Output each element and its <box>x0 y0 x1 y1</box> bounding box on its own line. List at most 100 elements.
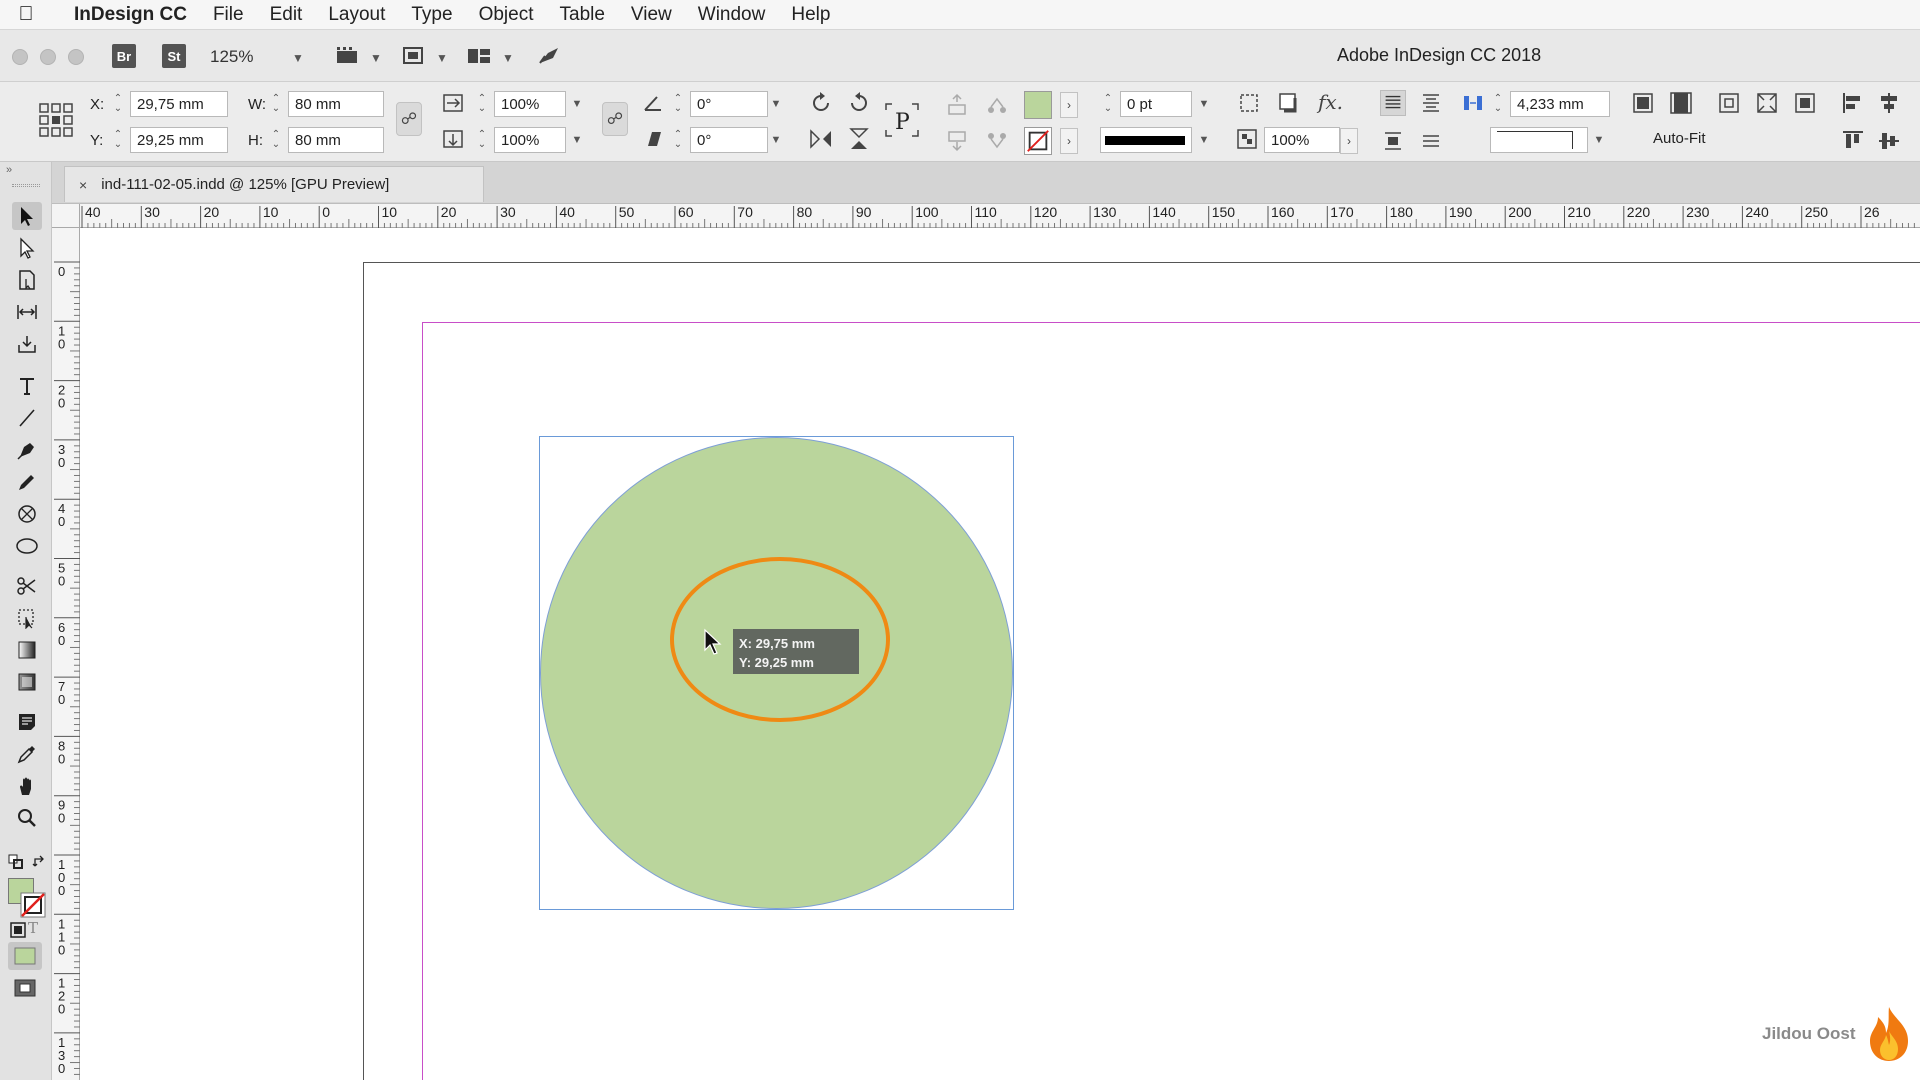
panel-grip[interactable] <box>12 184 40 187</box>
vertical-ruler[interactable]: 0102030405060708090100110120130 <box>52 228 80 1080</box>
menu-window[interactable]: Window <box>698 4 766 26</box>
select-next-object-icon[interactable] <box>984 128 1010 154</box>
menu-edit[interactable]: Edit <box>270 4 303 26</box>
gradient-feather-tool[interactable] <box>12 668 42 696</box>
normal-view-mode-button[interactable] <box>8 942 42 970</box>
gradient-swatch-tool[interactable] <box>12 636 42 664</box>
chevron-down-icon[interactable]: ▼ <box>767 91 785 117</box>
app-menu[interactable]: InDesign CC <box>74 4 187 26</box>
constrain-scale-link-icon[interactable]: ☍ <box>602 102 628 136</box>
free-transform-tool[interactable] <box>12 604 42 632</box>
width-field[interactable]: 80 mm <box>288 91 384 117</box>
gap-tool[interactable] <box>12 298 42 326</box>
chevron-down-icon[interactable]: ▼ <box>436 51 448 65</box>
chevron-down-icon[interactable]: ▼ <box>1195 91 1213 117</box>
align-center-text-icon[interactable] <box>1418 90 1444 116</box>
effects-fx-icon[interactable]: fx. <box>1318 90 1344 116</box>
arrange-documents-icon[interactable] <box>466 45 492 67</box>
menu-view[interactable]: View <box>631 4 672 26</box>
h-stepper[interactable]: ⌃ ⌄ <box>268 126 284 154</box>
chevron-down-icon[interactable]: ▼ <box>502 51 514 65</box>
line-tool[interactable] <box>12 404 42 432</box>
menu-layout[interactable]: Layout <box>328 4 385 26</box>
x-stepper[interactable]: ⌃ ⌄ <box>110 90 126 118</box>
zoom-tool[interactable] <box>12 804 42 832</box>
rotation-stepper[interactable]: ⌃ ⌄ <box>670 90 686 118</box>
align-horizontal-centers-icon[interactable] <box>1876 90 1902 116</box>
zoom-level[interactable]: 125% <box>210 47 253 67</box>
constrain-proportions-link-icon[interactable]: ☍ <box>396 102 422 136</box>
chevron-down-icon[interactable]: ▼ <box>1590 127 1608 153</box>
select-content-icon[interactable] <box>944 128 970 154</box>
corner-shape-field[interactable] <box>1490 127 1588 153</box>
menu-file[interactable]: File <box>213 4 244 26</box>
stroke-none-swatch-icon[interactable] <box>20 892 46 918</box>
scissors-tool[interactable] <box>12 572 42 600</box>
menu-type[interactable]: Type <box>411 4 452 26</box>
scale-y-stepper[interactable]: ⌃ ⌄ <box>474 126 490 154</box>
default-fill-stroke-icon[interactable] <box>8 854 24 870</box>
rotation-field[interactable]: 0° <box>690 91 768 117</box>
fill-frame-proportionally-icon[interactable] <box>1754 90 1780 116</box>
menu-table[interactable]: Table <box>560 4 605 26</box>
frame-fitting-icon[interactable] <box>1236 90 1262 116</box>
formatting-container-icon[interactable] <box>10 922 26 938</box>
align-vertical-centers-icon[interactable] <box>1876 128 1902 154</box>
bridge-button[interactable]: Br <box>112 44 136 68</box>
column-value-stepper[interactable]: ⌃ ⌄ <box>1490 90 1506 118</box>
stock-button[interactable]: St <box>162 44 186 68</box>
column-value-field[interactable]: 4,233 mm <box>1510 91 1610 117</box>
direct-selection-tool[interactable] <box>12 234 42 262</box>
scale-x-stepper[interactable]: ⌃ ⌄ <box>474 90 490 118</box>
pen-tool[interactable] <box>12 436 42 464</box>
shear-stepper[interactable]: ⌃ ⌄ <box>670 126 686 154</box>
preview-mode-button[interactable] <box>8 974 42 1002</box>
swap-fill-stroke-icon[interactable] <box>32 854 48 870</box>
selection-tool[interactable] <box>12 202 42 230</box>
note-tool[interactable] <box>12 708 42 736</box>
rotate-clockwise-icon[interactable] <box>808 90 834 116</box>
stroke-weight-stepper[interactable]: ⌃ ⌄ <box>1100 90 1116 118</box>
height-field[interactable]: 80 mm <box>288 127 384 153</box>
content-collector-tool[interactable] <box>12 330 42 358</box>
drop-shadow-icon[interactable] <box>1276 90 1302 116</box>
close-tab-icon[interactable]: × <box>79 177 87 193</box>
collapse-panel-icon[interactable]: » <box>6 164 12 176</box>
y-stepper[interactable]: ⌃ ⌄ <box>110 126 126 154</box>
chevron-down-icon[interactable]: ▼ <box>568 91 586 117</box>
minimize-window-button[interactable] <box>40 49 56 65</box>
apple-icon[interactable]:  <box>0 3 52 26</box>
chevron-down-icon[interactable]: ▼ <box>1195 127 1213 153</box>
scale-x-field[interactable]: 100% <box>494 91 566 117</box>
opacity-field[interactable]: 100% <box>1264 127 1340 153</box>
close-window-button[interactable] <box>12 49 28 65</box>
pencil-tool[interactable] <box>12 468 42 496</box>
reference-point-icon[interactable] <box>38 102 74 138</box>
align-top-edges-icon[interactable] <box>1840 128 1866 154</box>
chevron-down-icon[interactable]: ▼ <box>767 127 785 153</box>
x-position-field[interactable]: 29,75 mm <box>130 91 228 117</box>
stroke-swatch-none-icon[interactable] <box>1024 127 1052 155</box>
type-tool[interactable] <box>12 372 42 400</box>
align-left-edges-icon[interactable] <box>1840 90 1866 116</box>
document-tab[interactable]: × ind-111-02-05.indd @ 125% [GPU Preview… <box>64 166 484 202</box>
zoom-window-button[interactable] <box>68 49 84 65</box>
fill-swatch[interactable] <box>1024 91 1052 119</box>
menu-help[interactable]: Help <box>791 4 830 26</box>
align-top-text-icon[interactable] <box>1380 90 1406 116</box>
select-previous-object-icon[interactable] <box>984 92 1010 118</box>
y-position-field[interactable]: 29,25 mm <box>130 127 228 153</box>
chevron-down-icon[interactable]: ▼ <box>292 51 304 65</box>
stroke-weight-field[interactable]: 0 pt <box>1120 91 1192 117</box>
center-content-icon[interactable] <box>1716 90 1742 116</box>
rotate-counterclockwise-icon[interactable] <box>846 90 872 116</box>
ruler-origin[interactable] <box>52 204 80 228</box>
chevron-down-icon[interactable]: ▼ <box>370 51 382 65</box>
formatting-text-icon[interactable]: T <box>28 919 38 937</box>
flip-horizontal-icon[interactable] <box>808 126 834 152</box>
flip-vertical-icon[interactable] <box>846 126 872 152</box>
horizontal-ruler[interactable]: 40 30 20 10 0 10 20 30 40 50 60 70 80 90 100 110 120 130 1… <box>80 204 1920 228</box>
w-stepper[interactable]: ⌃ ⌄ <box>268 90 284 118</box>
ellipse-tool[interactable] <box>12 532 42 560</box>
view-options-icon[interactable] <box>334 45 360 67</box>
